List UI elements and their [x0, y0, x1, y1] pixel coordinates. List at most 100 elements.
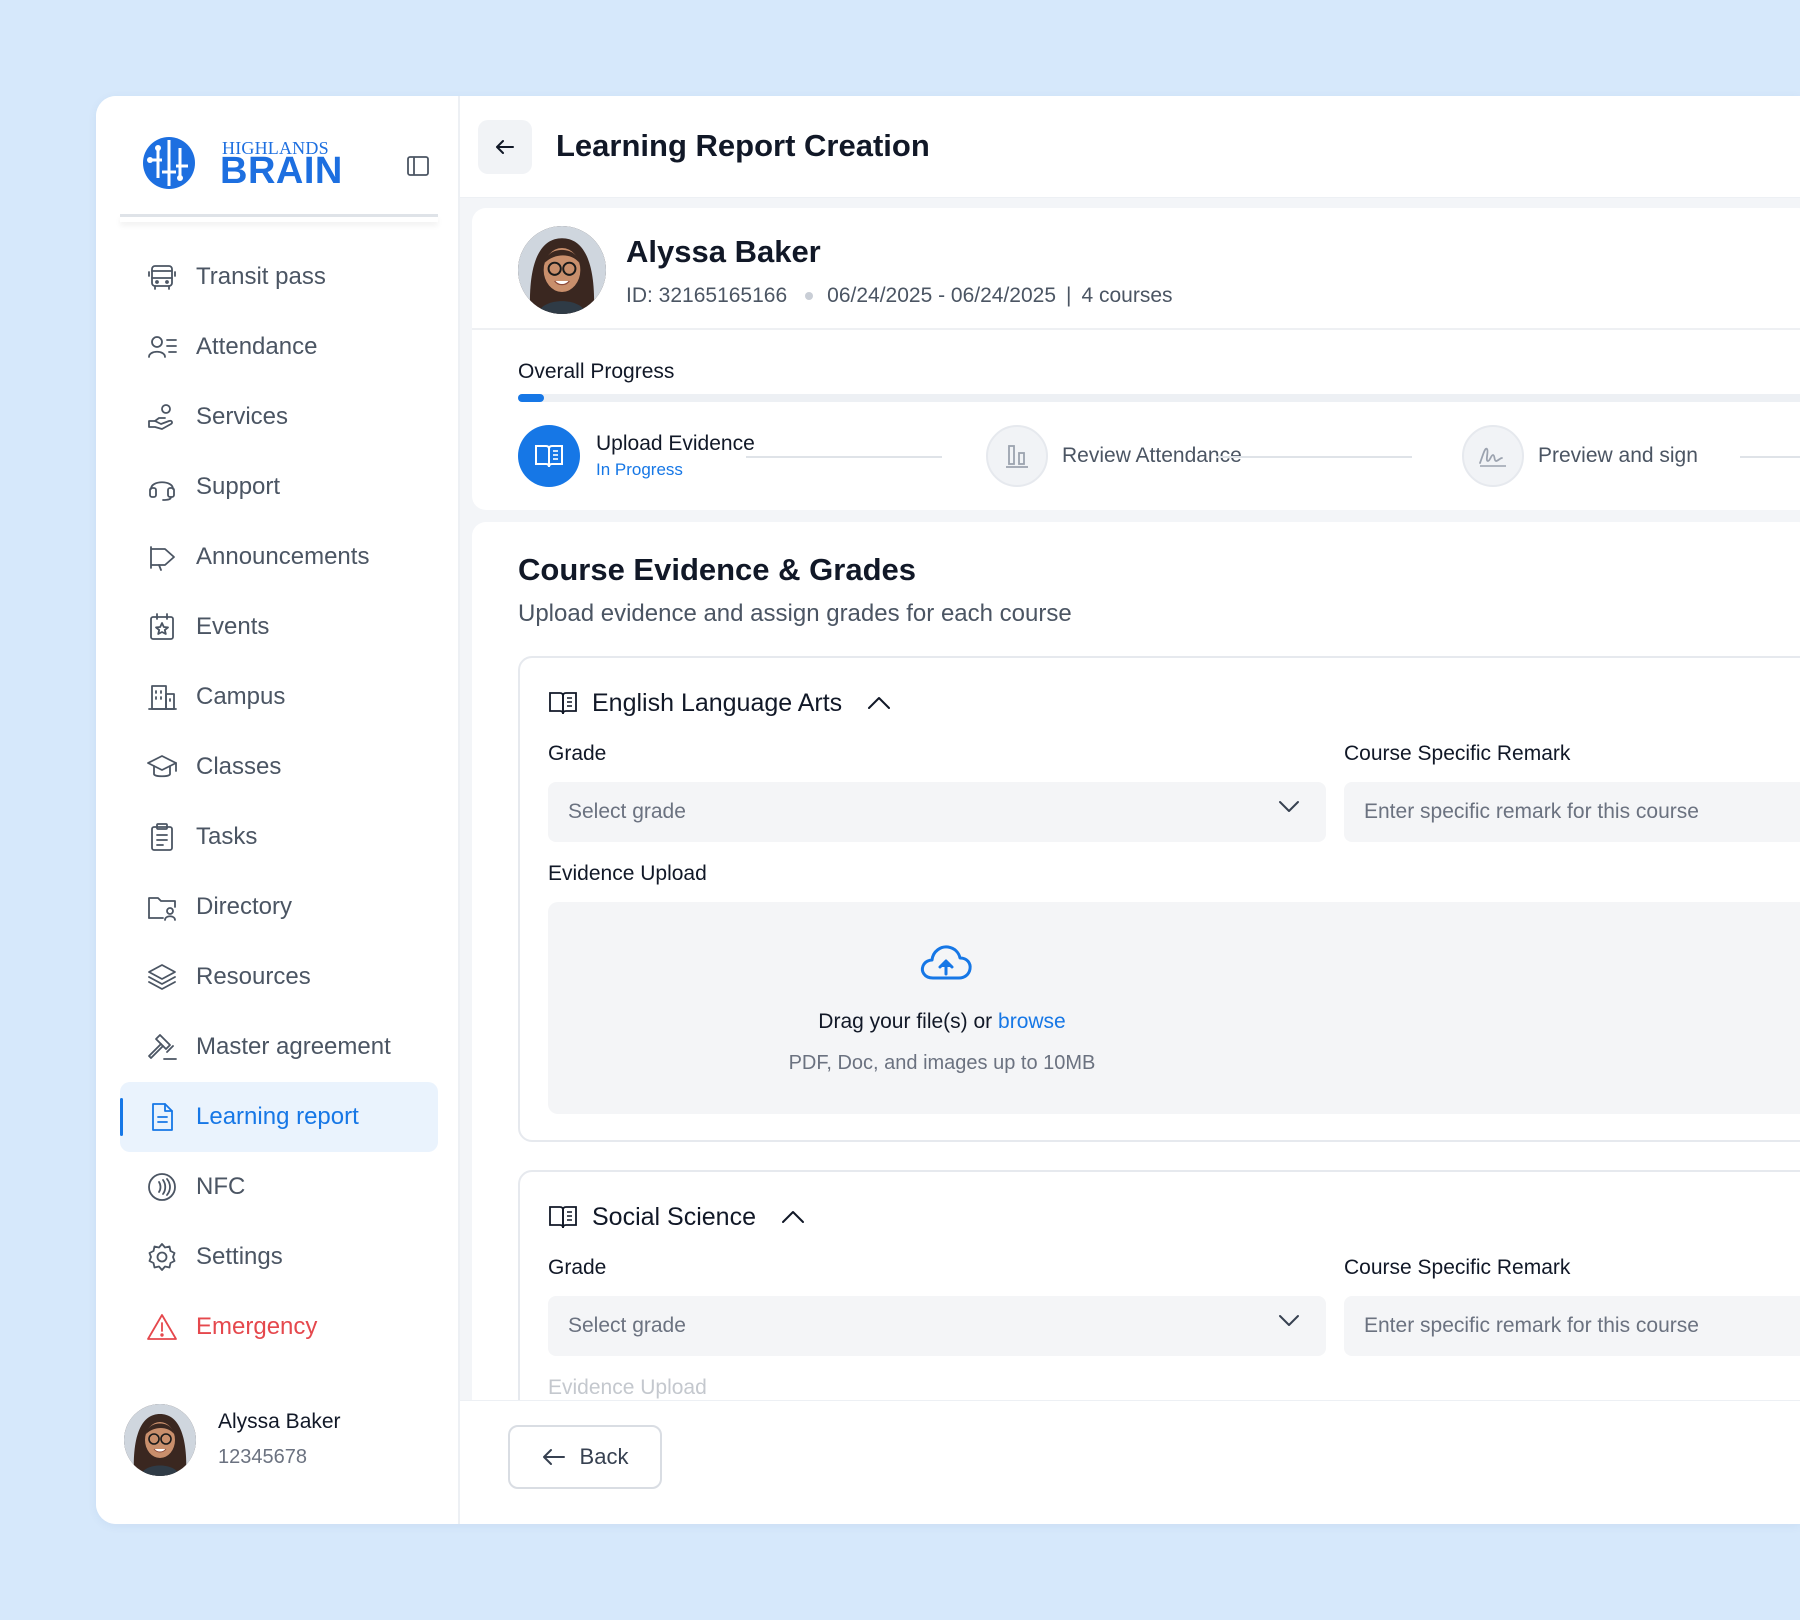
- main-content: Learning Report Creation Alyssa Baker ID…: [460, 96, 1800, 1524]
- step-1-badge: [518, 425, 580, 487]
- hand-coins-icon: [144, 399, 180, 435]
- sidebar-item-directory[interactable]: Directory: [120, 872, 438, 942]
- step-preview-and-sign[interactable]: Preview and sign: [1462, 422, 1698, 490]
- sidebar-item-announcements[interactable]: Announcements: [120, 522, 438, 592]
- calendar-star-icon: [144, 609, 180, 645]
- step-upload-evidence[interactable]: Upload Evidence In Progress: [518, 422, 755, 490]
- student-summary-card: Alyssa Baker ID: 32165165166 06/24/2025 …: [472, 208, 1800, 510]
- chevron-up-icon: [781, 1211, 804, 1223]
- sidebar-item-label: NFC: [196, 1173, 246, 1200]
- document-icon: [144, 1099, 180, 1135]
- sidebar-item-tasks[interactable]: Tasks: [120, 802, 438, 872]
- collapse-course-button[interactable]: [864, 688, 894, 718]
- student-avatar: [518, 226, 606, 314]
- step-review-attendance[interactable]: Review Attendance: [986, 422, 1242, 490]
- arrow-left-icon: [496, 140, 514, 154]
- course-panel-english: English Language Arts Grade Select grade…: [518, 656, 1800, 1142]
- dropzone-instructions: Drag your file(s) or browse: [548, 1010, 1336, 1034]
- bar-chart-icon: [1006, 445, 1028, 468]
- grade-select-value: Select grade: [568, 800, 686, 823]
- layers-icon: [144, 959, 180, 995]
- building-icon: [144, 679, 180, 715]
- meta-separator-dot: [805, 292, 814, 300]
- user-name: Alyssa Baker: [218, 1410, 341, 1433]
- sidebar-item-emergency[interactable]: Emergency: [120, 1292, 438, 1362]
- chevron-down-icon: [1279, 801, 1299, 812]
- book-open-icon: [549, 692, 577, 715]
- user-list-icon: [144, 329, 180, 365]
- remark-input[interactable]: [1344, 1296, 1800, 1356]
- remark-label: Course Specific Remark: [1344, 1256, 1571, 1279]
- sidebar-item-learning-report[interactable]: Learning report: [120, 1082, 438, 1152]
- book-open-icon: [549, 1206, 577, 1229]
- sidebar-item-settings[interactable]: Settings: [120, 1222, 438, 1292]
- gear-icon: [144, 1239, 180, 1275]
- progress-label: Overall Progress: [518, 360, 675, 383]
- back-button-label: Back: [579, 1444, 629, 1469]
- sidebar-item-events[interactable]: Events: [120, 592, 438, 662]
- evidence-upload-label: Evidence Upload: [548, 862, 707, 885]
- grade-label: Grade: [548, 1256, 607, 1279]
- sidebar-item-label: Directory: [196, 893, 293, 920]
- course-header[interactable]: Social Science: [548, 1202, 808, 1232]
- brain-logo-icon: [143, 137, 195, 189]
- sidebar-item-label: Emergency: [196, 1313, 318, 1340]
- step-1-text: Upload Evidence In Progress: [596, 432, 755, 480]
- sidebar-item-master-agreement[interactable]: Master agreement: [120, 1012, 438, 1082]
- course-count: 4 courses: [1081, 284, 1173, 307]
- sidebar-nav: Transit pass Attendance Services Support…: [120, 242, 438, 1362]
- browse-link[interactable]: browse: [998, 1010, 1066, 1033]
- sidebar-item-nfc[interactable]: NFC: [120, 1152, 438, 1222]
- grade-label: Grade: [548, 742, 607, 765]
- user-id: 12345678: [218, 1446, 307, 1468]
- sidebar-item-campus[interactable]: Campus: [120, 662, 438, 732]
- step-title: Preview and sign: [1538, 444, 1698, 467]
- sidebar-collapse-button[interactable]: [406, 154, 430, 178]
- warning-icon: [144, 1309, 180, 1345]
- course-header[interactable]: English Language Arts: [548, 688, 894, 718]
- course-evidence-section: Course Evidence & Grades Upload evidence…: [472, 522, 1800, 1522]
- remark-input[interactable]: [1344, 782, 1800, 842]
- collapse-course-button[interactable]: [778, 1202, 808, 1232]
- page-title: Learning Report Creation: [556, 128, 930, 163]
- sidebar-item-classes[interactable]: Classes: [120, 732, 438, 802]
- progress-bar-fill: [518, 394, 544, 402]
- back-button[interactable]: Back: [508, 1425, 662, 1489]
- step-connector: [1740, 456, 1800, 458]
- sidebar-item-label: Transit pass: [196, 263, 326, 290]
- cloud-upload-icon: [920, 945, 972, 980]
- folder-user-icon: [144, 889, 180, 925]
- brand-logo[interactable]: HIGHLANDS BRAIN: [120, 132, 436, 192]
- sidebar-item-label: Attendance: [196, 333, 318, 360]
- evidence-dropzone[interactable]: Drag your file(s) or browse PDF, Doc, an…: [548, 902, 1800, 1114]
- sidebar-divider: [120, 214, 438, 222]
- sidebar-item-label: Announcements: [196, 543, 370, 570]
- sidebar-item-label: Settings: [196, 1243, 283, 1270]
- remark-label: Course Specific Remark: [1344, 742, 1571, 765]
- sidebar-item-support[interactable]: Support: [120, 452, 438, 522]
- sidebar-item-attendance[interactable]: Attendance: [120, 312, 438, 382]
- page-header: Learning Report Creation: [460, 96, 1800, 198]
- sidebar-item-label: Campus: [196, 683, 286, 710]
- meta-separator: |: [1066, 284, 1072, 307]
- sidebar-item-services[interactable]: Services: [120, 382, 438, 452]
- course-title: Social Science: [592, 1202, 756, 1231]
- book-open-icon: [535, 445, 563, 468]
- grade-select[interactable]: Select grade: [548, 782, 1326, 842]
- grade-select[interactable]: Select grade: [548, 1296, 1326, 1356]
- sidebar-item-label: Classes: [196, 753, 282, 780]
- sidebar-item-transit-pass[interactable]: Transit pass: [120, 242, 438, 312]
- sidebar-item-label: Master agreement: [196, 1033, 391, 1060]
- nfc-icon: [144, 1169, 180, 1205]
- sidebar-item-resources[interactable]: Resources: [120, 942, 438, 1012]
- current-user-card[interactable]: Alyssa Baker 12345678: [124, 1404, 434, 1480]
- grade-select-value: Select grade: [568, 1314, 686, 1337]
- evidence-upload-label: Evidence Upload: [548, 1376, 707, 1399]
- header-back-button[interactable]: [478, 120, 532, 174]
- clipboard-icon: [144, 819, 180, 855]
- step-status: In Progress: [596, 460, 683, 479]
- dropzone-text: Drag your file(s) or: [818, 1010, 993, 1033]
- bus-icon: [144, 259, 180, 295]
- step-title: Review Attendance: [1062, 444, 1242, 467]
- sidebar-item-label: Resources: [196, 963, 311, 990]
